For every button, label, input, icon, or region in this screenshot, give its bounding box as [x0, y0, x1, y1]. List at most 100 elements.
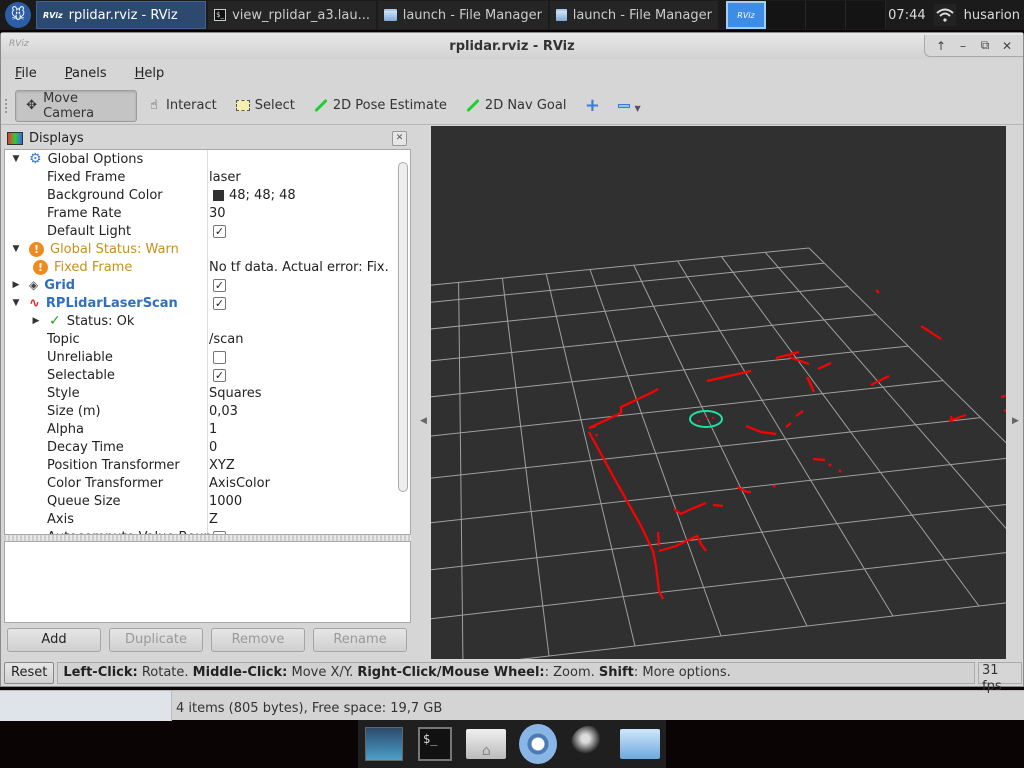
- property-value[interactable]: ✓: [209, 528, 395, 534]
- checkbox[interactable]: ✓: [213, 368, 226, 382]
- remove-button[interactable]: Remove: [211, 628, 305, 652]
- property-value[interactable]: [209, 312, 395, 330]
- expand-arrow-icon[interactable]: ▶: [11, 280, 21, 290]
- tree-row[interactable]: Queue Size 1000: [5, 492, 410, 510]
- tree-row[interactable]: Background Color 48; 48; 48: [5, 186, 410, 204]
- checkbox[interactable]: ✓: [213, 530, 226, 534]
- tree-row[interactable]: ▶ ✓ Status: Ok: [5, 312, 410, 330]
- property-value[interactable]: ✓: [209, 294, 395, 312]
- dock-show-desktop[interactable]: [364, 724, 404, 764]
- property-value[interactable]: No tf data. Actual error: Fix.: [209, 258, 395, 276]
- tree-row[interactable]: Fixed Frame laser: [5, 168, 410, 186]
- taskbar-task-filemanager-1[interactable]: launch - File Manager: [378, 1, 548, 29]
- reset-view-button[interactable]: Reset: [4, 662, 55, 684]
- dock-files[interactable]: [620, 724, 661, 764]
- checkbox[interactable]: [213, 350, 226, 364]
- collapse-right-arrow-icon[interactable]: ▶: [1012, 416, 1019, 426]
- user-name[interactable]: husarion: [964, 8, 1020, 23]
- property-value[interactable]: 1: [209, 420, 395, 438]
- collapse-arrow-icon[interactable]: ▼: [11, 298, 21, 308]
- property-value[interactable]: AxisColor: [209, 474, 395, 492]
- add-tool-button[interactable]: +: [575, 90, 609, 122]
- tree-row[interactable]: ▶ ◈ Grid ✓: [5, 276, 410, 294]
- collapse-arrow-icon[interactable]: ▼: [11, 244, 21, 254]
- expand-arrow-icon[interactable]: ▶: [31, 316, 41, 326]
- tree-row[interactable]: ▼ ∿ RPLidarLaserScan ✓: [5, 294, 410, 312]
- tree-row[interactable]: Alpha 1: [5, 420, 410, 438]
- panel-close-icon[interactable]: ✕: [392, 130, 407, 146]
- checkbox[interactable]: ✓: [213, 278, 226, 292]
- rename-button[interactable]: Rename: [313, 628, 407, 652]
- checkbox[interactable]: ✓: [213, 224, 226, 238]
- minimize-button[interactable]: –: [953, 39, 973, 53]
- taskbar-task-filemanager-2[interactable]: launch - File Manager: [550, 1, 718, 29]
- property-value[interactable]: Z: [209, 510, 395, 528]
- wifi-icon[interactable]: [933, 4, 956, 26]
- workspace-1[interactable]: RViz: [726, 1, 766, 29]
- select-tool[interactable]: Select: [226, 90, 304, 122]
- tree-row[interactable]: Autocompute Value Bounds✓: [5, 528, 410, 534]
- property-value[interactable]: ✓: [209, 276, 395, 294]
- app-menu-button[interactable]: 🐭: [0, 0, 36, 30]
- property-value[interactable]: laser: [209, 168, 395, 186]
- scrollbar-thumb[interactable]: [398, 162, 408, 492]
- tree-row[interactable]: Size (m) 0,03: [5, 402, 410, 420]
- tree-row[interactable]: Topic/scan: [5, 330, 410, 348]
- menu-help[interactable]: Help: [129, 64, 171, 83]
- property-value[interactable]: XYZ: [209, 456, 395, 474]
- menu-panels[interactable]: Panels: [59, 64, 113, 83]
- property-value[interactable]: ✓: [209, 366, 395, 384]
- property-value[interactable]: 0: [209, 438, 395, 456]
- checkbox[interactable]: ✓: [213, 296, 226, 310]
- add-button[interactable]: Add: [7, 628, 101, 652]
- dock-terminal[interactable]: $_: [415, 724, 455, 764]
- clock[interactable]: 07:44: [888, 8, 925, 23]
- pose-estimate-tool[interactable]: 2D Pose Estimate: [304, 90, 456, 122]
- dock-browser[interactable]: [518, 724, 558, 764]
- tree-row[interactable]: Default Light ✓: [5, 222, 410, 240]
- taskbar-task-rviz[interactable]: RViz rplidar.rviz - RViz: [36, 1, 206, 29]
- tree-row[interactable]: ▼! Global Status: Warn: [5, 240, 410, 258]
- dock-home[interactable]: ⌂: [466, 724, 507, 764]
- toolbar-grip[interactable]: [5, 98, 11, 113]
- duplicate-button[interactable]: Duplicate: [109, 628, 203, 652]
- workspace-pager[interactable]: RViz: [726, 1, 886, 29]
- collapse-left-arrow-icon[interactable]: ◀: [420, 416, 427, 426]
- window-titlebar[interactable]: RViz rplidar.rviz - RViz ↑ – ⧉ ✕: [1, 33, 1023, 59]
- tree-row[interactable]: Unreliable: [5, 348, 410, 366]
- tree-row[interactable]: Position Transformer XYZ: [5, 456, 410, 474]
- workspace-3[interactable]: [806, 1, 846, 29]
- tree-row[interactable]: Frame Rate 30: [5, 204, 410, 222]
- property-value[interactable]: 30: [209, 204, 395, 222]
- property-value[interactable]: [209, 240, 395, 258]
- move-camera-tool[interactable]: ✥ Move Camera: [15, 89, 137, 122]
- tree-row[interactable]: Color Transformer AxisColor: [5, 474, 410, 492]
- dock-search[interactable]: [569, 724, 609, 764]
- workspace-4[interactable]: [846, 1, 886, 29]
- shade-button[interactable]: ↑: [931, 39, 951, 53]
- property-value[interactable]: [209, 150, 395, 168]
- vertical-scrollbar[interactable]: [398, 154, 408, 532]
- property-value[interactable]: 48; 48; 48: [209, 186, 395, 204]
- tree-row[interactable]: ! Fixed Frame No tf data. Actual error: Fi…: [5, 258, 410, 276]
- tree-row[interactable]: Style Squares: [5, 384, 410, 402]
- menu-file[interactable]: File: [9, 64, 43, 83]
- property-value[interactable]: /scan: [209, 330, 395, 348]
- tree-row[interactable]: Decay Time 0: [5, 438, 410, 456]
- nav-goal-tool[interactable]: 2D Nav Goal: [456, 90, 576, 122]
- tree-row[interactable]: ▼ ⚙ Global Options: [5, 150, 410, 168]
- property-value[interactable]: [209, 348, 395, 366]
- workspace-2[interactable]: [766, 1, 806, 29]
- close-button[interactable]: ✕: [997, 39, 1017, 53]
- tree-row[interactable]: Selectable ✓: [5, 366, 410, 384]
- color-swatch[interactable]: [213, 189, 224, 201]
- property-value[interactable]: Squares: [209, 384, 395, 402]
- interact-tool[interactable]: ☝ Interact: [137, 90, 226, 122]
- collapse-arrow-icon[interactable]: ▼: [11, 154, 21, 164]
- render-viewport[interactable]: [431, 126, 1006, 659]
- property-value[interactable]: 0,03: [209, 402, 395, 420]
- maximize-button[interactable]: ⧉: [975, 38, 995, 53]
- taskbar-task-terminal[interactable]: $_ view_rplidar_a3.lau...: [208, 1, 376, 29]
- tree-row[interactable]: Axis Z: [5, 510, 410, 528]
- remove-tool-button[interactable]: ▼: [609, 90, 649, 122]
